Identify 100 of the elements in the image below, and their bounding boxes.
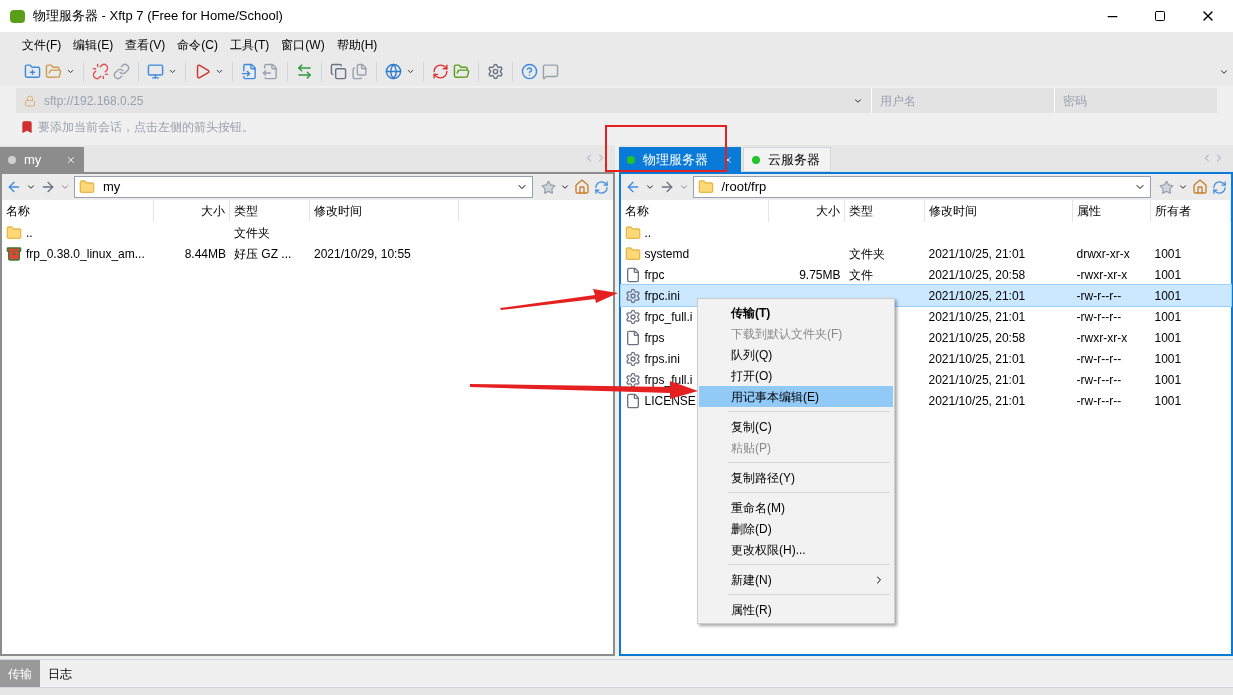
menu-item[interactable]: 新建(N) xyxy=(699,569,893,590)
play-icon[interactable] xyxy=(194,63,211,80)
home-folder-icon[interactable] xyxy=(573,179,590,195)
menu-item[interactable]: 打开(O) xyxy=(699,365,893,386)
menu-item[interactable]: 复制(C) xyxy=(699,416,893,437)
table-cell-text: 1001 xyxy=(1154,266,1182,284)
link-icon[interactable] xyxy=(113,63,130,80)
table-cell-text: 2021/10/25, 21:01 xyxy=(928,350,1026,368)
table-cell-text: 2021/10/25, 21:01 xyxy=(928,308,1026,326)
menu-bar-item[interactable]: 编辑(E) xyxy=(67,35,120,54)
globe-icon[interactable] xyxy=(385,63,402,80)
menu-item[interactable]: 删除(D) xyxy=(699,518,893,539)
new-session-icon[interactable] xyxy=(24,63,41,80)
dropdown-icon[interactable] xyxy=(26,182,36,192)
config-file-icon xyxy=(624,308,641,325)
column-header[interactable]: 所有者 xyxy=(1150,200,1231,222)
session-tab[interactable]: 物理服务器 xyxy=(618,147,741,172)
settings-icon[interactable] xyxy=(487,63,504,80)
table-cell-text: frpc_full.i xyxy=(644,308,693,326)
menu-item[interactable]: 复制路径(Y) xyxy=(699,467,893,488)
refresh-icon[interactable] xyxy=(593,179,609,195)
column-header[interactable]: 名称 xyxy=(2,200,154,222)
dropdown-icon[interactable] xyxy=(168,67,177,76)
archive-icon xyxy=(6,245,22,262)
folder-icon xyxy=(624,224,641,241)
menu-bar-item[interactable]: 窗口(W) xyxy=(275,35,331,54)
path-field[interactable]: /root/frp xyxy=(692,176,1151,198)
session-tab[interactable]: 云服务器 xyxy=(742,147,831,172)
file-icon xyxy=(624,329,641,346)
disconnect-icon[interactable] xyxy=(92,63,109,80)
table-cell-text: -rw-r--r-- xyxy=(1076,371,1122,389)
table-cell-text: 2021/10/25, 21:01 xyxy=(928,371,1026,389)
dropdown-icon[interactable] xyxy=(1178,182,1188,192)
table-cell-text: 1001 xyxy=(1154,371,1182,389)
table-cell-text: -rw-r--r-- xyxy=(1076,308,1122,326)
help-icon[interactable] xyxy=(521,63,538,80)
refresh-icon[interactable] xyxy=(1212,179,1227,195)
folder-icon xyxy=(624,245,641,262)
table-cell-text: -rw-r--r-- xyxy=(1076,287,1122,305)
file-icon xyxy=(624,392,641,409)
dropdown-icon[interactable] xyxy=(66,67,75,76)
table-cell-text: 2021/10/25, 20:58 xyxy=(928,329,1026,347)
table-cell-text: 文件夹 xyxy=(234,224,270,242)
maximize-icon[interactable] xyxy=(1154,10,1166,22)
table-cell-text: LICENSE xyxy=(644,392,696,410)
menu-bar-item[interactable]: 查看(V) xyxy=(119,35,172,54)
table-cell-text: 2021/10/25, 21:01 xyxy=(928,287,1026,305)
table-cell-text: 1001 xyxy=(1154,287,1182,305)
menu-item[interactable]: 更改权限(H)... xyxy=(699,539,893,560)
menu-bar-item[interactable]: 命令(C) xyxy=(171,35,224,54)
column-header[interactable]: 修改时间 xyxy=(310,200,459,222)
table-cell-text: .. xyxy=(26,224,33,242)
menu-item[interactable]: 重命名(M) xyxy=(699,497,893,518)
dropdown-icon[interactable] xyxy=(215,67,224,76)
dropdown-icon[interactable] xyxy=(644,182,655,192)
menu-bar-item[interactable]: 帮助(H) xyxy=(330,35,384,54)
table-cell-text: 2021/10/25, 20:58 xyxy=(928,266,1026,284)
column-header[interactable]: 类型 xyxy=(230,200,310,222)
column-header[interactable]: 修改时间 xyxy=(924,200,1073,222)
folder-logo-icon[interactable] xyxy=(453,63,470,80)
forward-icon[interactable] xyxy=(40,179,56,195)
table-cell-text: -rw-r--r-- xyxy=(1076,350,1122,368)
path-field[interactable]: my xyxy=(74,176,533,198)
lock-icon xyxy=(24,94,36,107)
table-cell-text: -rwxr-xr-x xyxy=(1076,266,1128,284)
column-header[interactable]: 大小 xyxy=(768,200,845,222)
table-cell-text: frpc.ini xyxy=(644,287,680,305)
menu-item[interactable]: 用记事本编辑(E) xyxy=(699,386,893,407)
table-cell-text: 8.44MB xyxy=(184,245,226,263)
bottom-tab[interactable]: 日志 xyxy=(40,660,80,687)
table-cell-text: 1001 xyxy=(1154,350,1182,368)
table-cell-text: -rwxr-xr-x xyxy=(1076,329,1128,347)
home-folder-icon[interactable] xyxy=(1192,179,1208,195)
folder-icon xyxy=(6,224,22,241)
file-export-icon[interactable] xyxy=(262,63,279,80)
tab-label: 物理服务器 xyxy=(642,150,709,169)
sync-arrows-icon[interactable] xyxy=(296,63,313,80)
paste-icon[interactable] xyxy=(351,63,368,80)
chat-icon[interactable] xyxy=(542,63,559,80)
table-cell-text: frp_0.38.0_linux_am... xyxy=(26,245,145,263)
column-header[interactable]: 类型 xyxy=(844,200,925,222)
session-hint: 要添加当前会话，点击左侧的箭头按钮。 xyxy=(38,119,254,136)
back-icon[interactable] xyxy=(6,179,22,195)
menu-item[interactable]: 属性(R) xyxy=(699,599,893,620)
menu-item[interactable]: 队列(Q) xyxy=(699,344,893,365)
copy-icon[interactable] xyxy=(330,63,347,80)
table-cell-text: -rw-r--r-- xyxy=(1076,392,1122,410)
folder-icon xyxy=(697,179,714,195)
file-import-icon[interactable] xyxy=(241,63,258,80)
add-session-icon[interactable] xyxy=(20,120,34,134)
column-header[interactable]: 名称 xyxy=(620,200,769,222)
table-cell-text: 2021/10/25, 21:01 xyxy=(928,392,1026,410)
column-header[interactable]: 属性 xyxy=(1072,200,1151,222)
app-logo-icon xyxy=(10,9,25,23)
dropdown-icon[interactable] xyxy=(406,67,415,76)
menu-bar-item[interactable]: 工具(T) xyxy=(224,35,276,54)
column-header[interactable]: 大小 xyxy=(154,200,230,222)
menu-bar-item[interactable]: 文件(F) xyxy=(16,35,68,54)
dropdown-icon[interactable] xyxy=(559,182,570,192)
config-file-icon xyxy=(624,350,641,367)
